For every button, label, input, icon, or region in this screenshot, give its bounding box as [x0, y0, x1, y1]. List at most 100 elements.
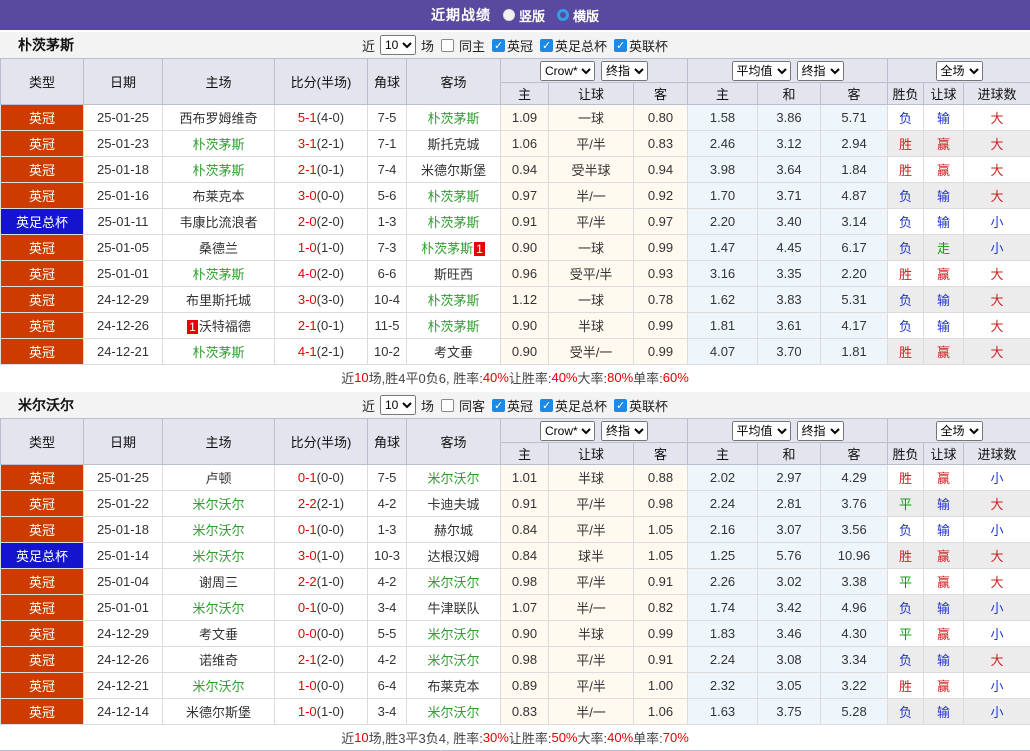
layout-option-horizontal[interactable]: 横版 — [557, 6, 599, 25]
corner-cell: 7-3 — [368, 235, 407, 261]
date-cell: 25-01-18 — [84, 517, 163, 543]
summary-segment: 单率: — [633, 368, 663, 387]
summary-segment: 30% — [483, 730, 509, 745]
league-cell: 英冠 — [1, 491, 84, 517]
odds-stage-select[interactable]: 终指 — [601, 61, 648, 81]
league-checkbox[interactable] — [540, 399, 553, 412]
layout-option-vertical[interactable]: 竖版 — [503, 6, 545, 25]
filter-bar: 米尔沃尔 近 10 场 同客 英冠 英足总杯 — [0, 390, 1030, 418]
col-header-date: 日期 — [84, 59, 163, 105]
sub-header: 和 — [758, 83, 821, 105]
home-team-cell: 考文垂 — [163, 621, 275, 647]
score-cell: 0-1(0-0) — [275, 517, 368, 543]
home-team-cell: 朴茨茅斯 — [163, 261, 275, 287]
halftime-score: (0-1) — [317, 162, 344, 177]
table-row: 英冠25-01-18朴茨茅斯2-1(0-1)7-4米德尔斯堡0.94受半球0.9… — [1, 157, 1030, 183]
average-select[interactable]: 平均值 — [732, 421, 791, 441]
league-checkbox[interactable] — [540, 39, 553, 52]
handicap-away-odds-cell: 0.78 — [634, 287, 688, 313]
away-team-cell: 米尔沃尔 — [407, 621, 501, 647]
match-result-cell: 胜 — [888, 339, 924, 365]
table-row: 英冠24-12-14米德尔斯堡1-0(1-0)3-4米尔沃尔0.83半/一1.0… — [1, 699, 1030, 725]
league-checkbox[interactable] — [492, 39, 505, 52]
odds-stage-select[interactable]: 终指 — [601, 421, 648, 441]
league-filter-eflcup[interactable]: 英联杯 — [614, 36, 668, 55]
goals-result-cell: 大 — [964, 543, 1030, 569]
same-venue-checkbox[interactable] — [441, 39, 454, 52]
team-name-text: 米尔沃尔 — [192, 497, 244, 512]
match-result-cell: 负 — [888, 647, 924, 673]
summary-segment: 60% — [663, 370, 689, 385]
average-stage-select[interactable]: 终指 — [797, 61, 844, 81]
halftime-score: (0-0) — [317, 522, 344, 537]
avg-draw-odds-cell: 3.42 — [758, 595, 821, 621]
recent-count-select[interactable]: 10 — [380, 395, 416, 415]
league-filter-facup[interactable]: 英足总杯 — [540, 36, 607, 55]
handicap-result-cell: 输 — [924, 491, 964, 517]
avg-away-odds-cell: 1.81 — [821, 339, 888, 365]
sub-header: 让球 — [549, 83, 634, 105]
handicap-result-cell: 输 — [924, 313, 964, 339]
away-team-cell: 斯旺西 — [407, 261, 501, 287]
scope-select[interactable]: 全场 — [936, 61, 983, 81]
date-cell: 25-01-01 — [84, 595, 163, 621]
summary-segment: 场,胜4平0负6, 胜率: — [369, 368, 483, 387]
handicap-away-odds-cell: 1.05 — [634, 543, 688, 569]
handicap-home-odds-cell: 0.91 — [501, 491, 549, 517]
avg-away-odds-cell: 3.56 — [821, 517, 888, 543]
handicap-home-odds-cell: 0.90 — [501, 235, 549, 261]
sub-header: 进球数 — [964, 443, 1030, 465]
halftime-score: (4-0) — [317, 110, 344, 125]
table-row: 英冠25-01-05桑德兰1-0(1-0)7-3朴茨茅斯10.90一球0.991… — [1, 235, 1030, 261]
table-row: 英冠25-01-23朴茨茅斯3-1(2-1)7-1斯托克城1.06平/半0.83… — [1, 131, 1030, 157]
avg-away-odds-cell: 4.30 — [821, 621, 888, 647]
date-cell: 25-01-23 — [84, 131, 163, 157]
odds-company-select[interactable]: Crow* — [540, 61, 595, 81]
league-filter-eflcup[interactable]: 英联杯 — [614, 396, 668, 415]
corner-cell: 3-4 — [368, 595, 407, 621]
same-venue-filter[interactable]: 同客 — [441, 396, 485, 415]
league-checkbox[interactable] — [614, 399, 627, 412]
home-team-cell: 卢顿 — [163, 465, 275, 491]
average-select[interactable]: 平均值 — [732, 61, 791, 81]
handicap-result-cell: 输 — [924, 517, 964, 543]
filter-bar: 朴茨茅斯 近 10 场 同主 英冠 英足总杯 — [0, 30, 1030, 58]
team-name-text: 米尔沃尔 — [427, 471, 479, 486]
handicap-line-cell: 平/半 — [549, 517, 634, 543]
fulltime-score: 1-0 — [298, 678, 317, 693]
date-cell: 24-12-14 — [84, 699, 163, 725]
table-row: 英冠25-01-18米尔沃尔0-1(0-0)1-3赫尔城0.84平/半1.052… — [1, 517, 1030, 543]
score-cell: 1-0(1-0) — [275, 699, 368, 725]
handicap-away-odds-cell: 0.91 — [634, 647, 688, 673]
scope-select[interactable]: 全场 — [936, 421, 983, 441]
summary-segment: 10 — [354, 370, 368, 385]
team-name-text: 考文垂 — [199, 627, 238, 642]
away-team-cell: 米尔沃尔 — [407, 465, 501, 491]
corner-cell: 4-2 — [368, 569, 407, 595]
league-filter-championship[interactable]: 英冠 — [492, 396, 533, 415]
same-venue-checkbox[interactable] — [441, 399, 454, 412]
goals-result-cell: 大 — [964, 105, 1030, 131]
league-checkbox[interactable] — [614, 39, 627, 52]
handicap-home-odds-cell: 0.90 — [501, 339, 549, 365]
handicap-line-cell: 半/一 — [549, 595, 634, 621]
same-venue-filter[interactable]: 同主 — [441, 36, 485, 55]
fulltime-score: 0-1 — [298, 470, 317, 485]
league-checkbox[interactable] — [492, 399, 505, 412]
corner-cell: 6-4 — [368, 673, 407, 699]
match-result-cell: 负 — [888, 313, 924, 339]
league-filter-facup[interactable]: 英足总杯 — [540, 396, 607, 415]
recent-count-select[interactable]: 10 — [380, 35, 416, 55]
section-summary: 近10场,胜3平3负4, 胜率:30% 让胜率:50% 大率:40% 单率:70… — [0, 725, 1030, 750]
league-filter-championship[interactable]: 英冠 — [492, 36, 533, 55]
table-row: 英冠24-12-21朴茨茅斯4-1(2-1)10-2考文垂0.90受半/一0.9… — [1, 339, 1030, 365]
scope-group: 全场 — [888, 419, 1030, 443]
score-cell: 3-0(3-0) — [275, 287, 368, 313]
team-name-text: 考文垂 — [434, 345, 473, 360]
avg-home-odds-cell: 1.25 — [688, 543, 758, 569]
home-team-cell: 布莱克本 — [163, 183, 275, 209]
league-cell: 英冠 — [1, 287, 84, 313]
odds-company-select[interactable]: Crow* — [540, 421, 595, 441]
average-stage-select[interactable]: 终指 — [797, 421, 844, 441]
handicap-away-odds-cell: 0.93 — [634, 261, 688, 287]
